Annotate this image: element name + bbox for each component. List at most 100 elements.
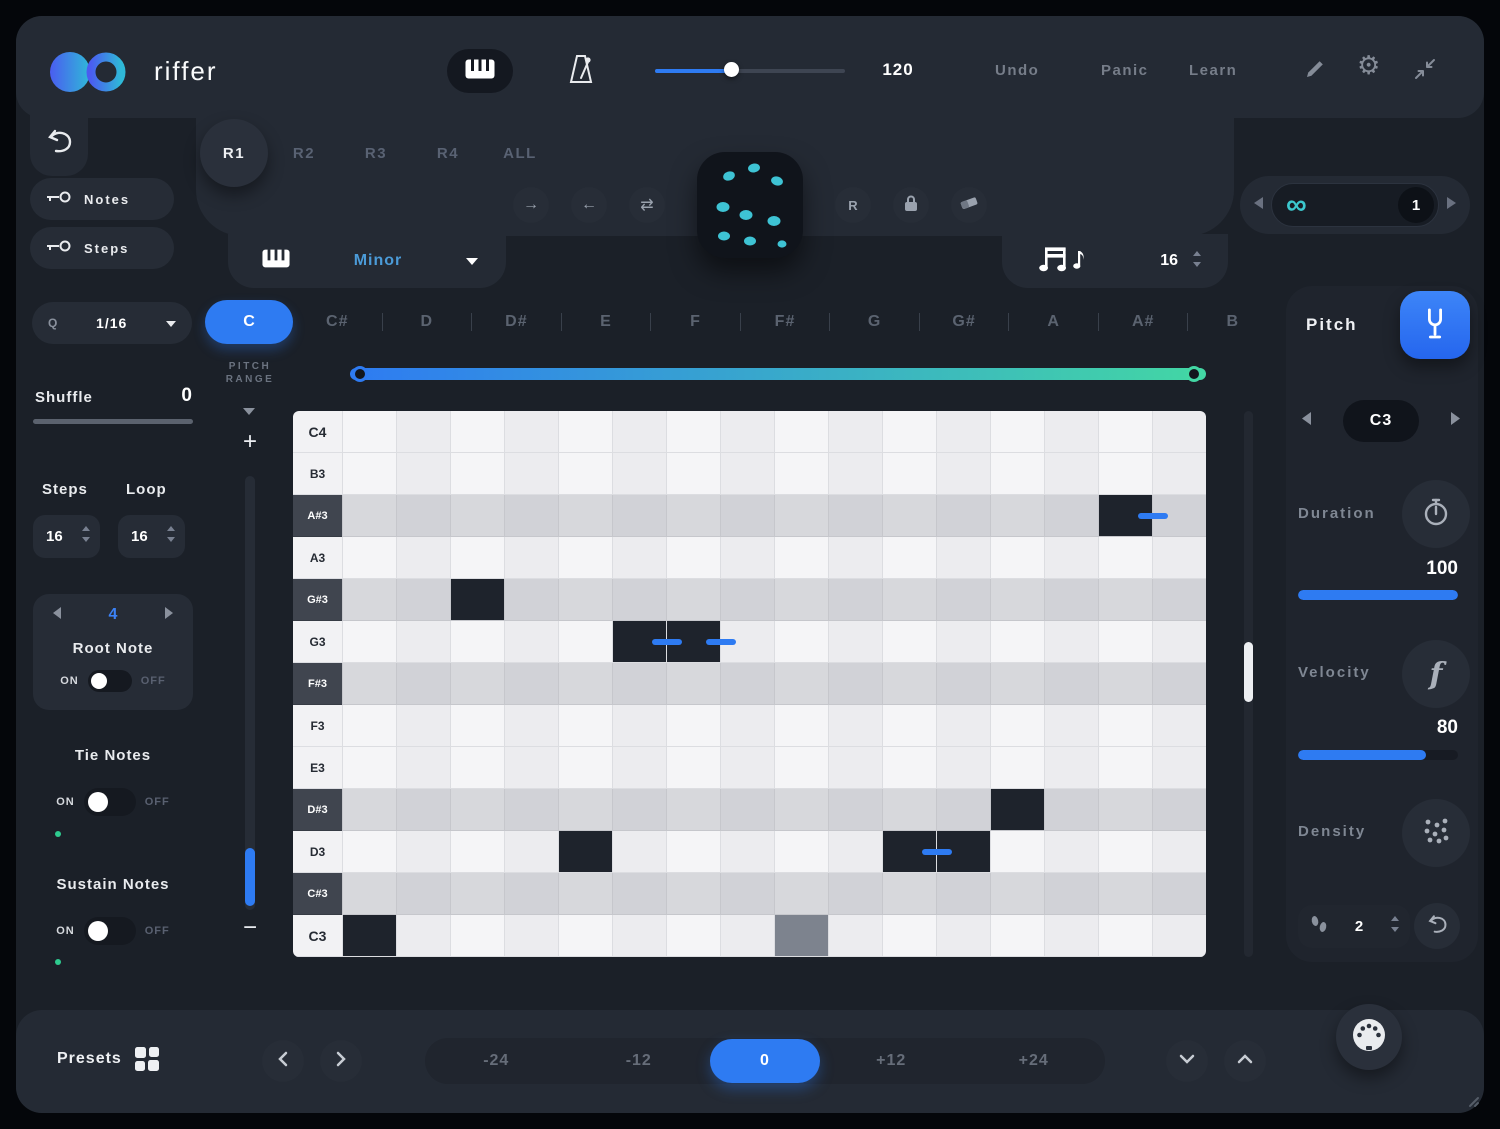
grid-cell[interactable]: [504, 453, 558, 495]
grid-cell[interactable]: [558, 411, 612, 453]
grid-cell[interactable]: [612, 663, 666, 705]
grid-cell[interactable]: [936, 747, 990, 789]
loop-stepper[interactable]: 16: [118, 515, 185, 558]
grid-cell[interactable]: [558, 621, 612, 663]
note-letter-f[interactable]: F: [651, 313, 740, 331]
chevron-down-icon[interactable]: [243, 402, 255, 420]
randomizer-tab-r3[interactable]: R3: [340, 145, 412, 162]
grid-cell[interactable]: [720, 537, 774, 579]
grid-cell[interactable]: [1044, 747, 1098, 789]
resize-window-icon[interactable]: [1414, 58, 1436, 85]
grid-cell[interactable]: [720, 453, 774, 495]
octave-option-m24[interactable]: -24: [425, 1052, 568, 1070]
grid-cell[interactable]: [1152, 537, 1206, 579]
note-letter-c[interactable]: C: [205, 300, 293, 344]
grid-cell[interactable]: [1044, 495, 1098, 537]
next-preset-button[interactable]: [320, 1040, 362, 1082]
grid-cell[interactable]: [504, 495, 558, 537]
grid-cell[interactable]: [396, 915, 450, 957]
grid-cell[interactable]: [774, 663, 828, 705]
grid-cell[interactable]: [450, 411, 504, 453]
grid-cell[interactable]: [774, 915, 828, 957]
grid-cell[interactable]: [774, 705, 828, 747]
pitch-range-high-handle[interactable]: [1186, 366, 1202, 382]
grid-cell[interactable]: [990, 915, 1044, 957]
grid-cell[interactable]: [882, 621, 936, 663]
grid-cell[interactable]: [396, 621, 450, 663]
octave-option-p24[interactable]: +24: [963, 1052, 1106, 1070]
zoom-in-button[interactable]: +: [238, 428, 262, 456]
grid-cell[interactable]: [990, 663, 1044, 705]
grid-cell[interactable]: [612, 789, 666, 831]
grid-cell[interactable]: [1098, 411, 1152, 453]
zoom-out-button[interactable]: −: [238, 914, 262, 942]
grid-cell[interactable]: [1098, 789, 1152, 831]
tie-notes-toggle[interactable]: [84, 788, 136, 816]
grid-cell[interactable]: [828, 789, 882, 831]
grid-cell[interactable]: [1044, 621, 1098, 663]
grid-cell[interactable]: [504, 789, 558, 831]
grid-cell[interactable]: [990, 705, 1044, 747]
grid-cell[interactable]: [936, 663, 990, 705]
octave-option-m12[interactable]: -12: [568, 1052, 711, 1070]
back-button[interactable]: [30, 110, 88, 176]
grid-cell[interactable]: [450, 579, 504, 621]
grid-cell[interactable]: [504, 705, 558, 747]
grid-cell[interactable]: [666, 411, 720, 453]
grid-cell[interactable]: [612, 705, 666, 747]
pitch-range-slider[interactable]: [350, 368, 1206, 380]
randomizer-tab-r2[interactable]: R2: [268, 145, 340, 162]
grid-cell[interactable]: [936, 453, 990, 495]
note-letter-g[interactable]: G: [830, 313, 919, 331]
grid-cell[interactable]: [666, 747, 720, 789]
grid-cell[interactable]: [396, 705, 450, 747]
grid-cell[interactable]: [666, 579, 720, 621]
note-letter-ds[interactable]: D#: [472, 313, 561, 331]
randomize-rhythm-button[interactable]: R: [835, 187, 871, 223]
grid-cell[interactable]: [774, 453, 828, 495]
grid-cell[interactable]: [1098, 453, 1152, 495]
grid-cell[interactable]: [450, 705, 504, 747]
grid-cell[interactable]: [450, 621, 504, 663]
grid-cell[interactable]: [882, 705, 936, 747]
grid-cell[interactable]: [990, 747, 1044, 789]
grid-cell[interactable]: [666, 537, 720, 579]
grid-cell[interactable]: [720, 663, 774, 705]
grid-cell[interactable]: [1152, 453, 1206, 495]
grid-cell[interactable]: [720, 873, 774, 915]
grid-cell[interactable]: [558, 453, 612, 495]
grid-cell[interactable]: [774, 831, 828, 873]
flip-pattern-button[interactable]: ⇄: [629, 187, 665, 223]
grid-cell[interactable]: [936, 873, 990, 915]
grid-cell[interactable]: [882, 831, 936, 873]
grid-cell[interactable]: [882, 579, 936, 621]
grid-cell[interactable]: [558, 831, 612, 873]
grid-cell[interactable]: [720, 789, 774, 831]
grid-cell[interactable]: [450, 831, 504, 873]
grid-cell[interactable]: [558, 873, 612, 915]
grid-cell[interactable]: [1098, 579, 1152, 621]
vertical-zoom-thumb[interactable]: [245, 848, 255, 906]
grid-cell[interactable]: [720, 495, 774, 537]
grid-cell[interactable]: [396, 747, 450, 789]
grid-cell[interactable]: [666, 915, 720, 957]
grid-cell[interactable]: [450, 537, 504, 579]
duration-button[interactable]: [1402, 480, 1470, 548]
root-next-icon[interactable]: [165, 606, 173, 624]
grid-cell[interactable]: [1098, 747, 1152, 789]
grid-cell[interactable]: [936, 705, 990, 747]
grid-cell[interactable]: [828, 621, 882, 663]
grid-cell[interactable]: [828, 831, 882, 873]
window-resize-grip[interactable]: [1464, 1092, 1480, 1113]
duration-slider[interactable]: [1298, 590, 1458, 600]
grid-cell[interactable]: [396, 495, 450, 537]
scale-selector[interactable]: Minor: [228, 234, 506, 288]
density-button[interactable]: [1402, 799, 1470, 867]
grid-cell[interactable]: [396, 537, 450, 579]
grid-cell[interactable]: [882, 411, 936, 453]
grid-cell[interactable]: [936, 537, 990, 579]
grid-cell[interactable]: [342, 873, 396, 915]
presets-grid-icon[interactable]: [134, 1046, 160, 1077]
grid-cell[interactable]: [342, 453, 396, 495]
grid-cell[interactable]: [612, 453, 666, 495]
